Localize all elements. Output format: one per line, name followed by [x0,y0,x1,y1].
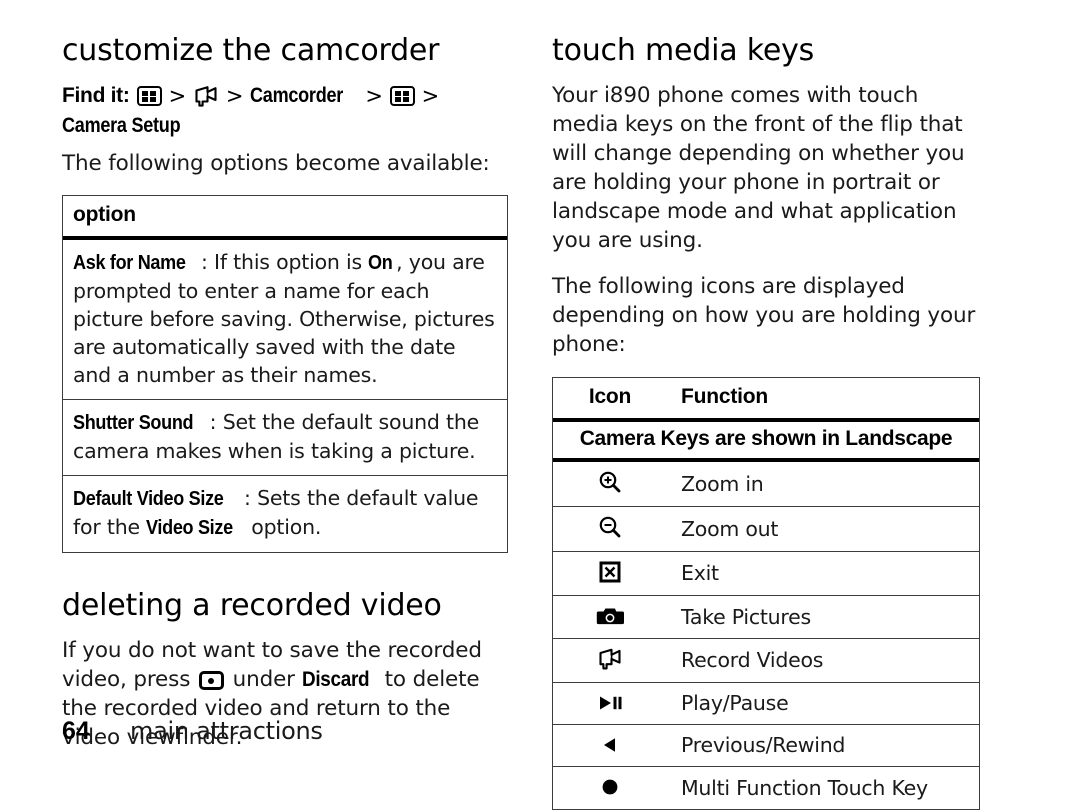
table-row: Shutter Sound: Set the default sound the… [63,399,507,476]
table-header-row: option [63,196,507,240]
page-title-touch-media-keys: touch media keys [552,33,815,68]
multi-function-dot-icon [599,773,621,801]
menu-grid-icon [136,86,162,106]
previous-rewind-icon [599,731,621,759]
function-take-pictures: Take Pictures [667,595,979,639]
find-it-step-camcorder: Camcorder [250,84,344,107]
zoom-out-icon [597,513,623,541]
play-pause-icon [595,689,625,717]
menu-grid-icon-2 [389,86,415,106]
term-shutter-sound: Shutter Sound [73,411,194,434]
path-separator-2: > [225,84,244,108]
table-row: Record Videos [553,638,979,683]
touch-media-paragraph-1: Your i890 phone comes with touch media k… [552,83,965,253]
left-column: customize the camcorder Find it: > > Cam… [62,34,508,769]
table-row: Zoom in [553,459,979,507]
options-intro-text: The following options become available: [62,151,490,176]
manual-page: customize the camcorder Find it: > > Cam… [0,0,1080,810]
page-number: 64 [62,717,90,745]
path-separator-4: > [421,84,440,108]
text-ask-a: If this option is [207,250,369,274]
icon-cell [553,595,667,639]
page-title-customize-camcorder: customize the camcorder [62,33,440,68]
table-banner-row: Camera Keys are shown in Landscape [553,418,979,462]
function-record-videos: Record Videos [667,638,979,683]
column-header-function: Function [667,378,979,422]
term-video-size: Video Size [146,516,234,539]
touch-media-paragraph-2: The following icons are displayed depend… [552,274,976,357]
options-table-header: option [63,196,507,240]
camera-icon [596,602,624,630]
function-play-pause: Play/Pause [667,682,979,725]
icon-cell [553,551,667,596]
table-row: Exit [553,551,979,596]
page-title-deleting-recorded-video: deleting a recorded video [62,588,442,623]
path-separator-1: > [168,84,187,108]
option-shutter-sound: Shutter Sound: Set the default sound the… [63,399,507,476]
icon-cell [553,766,667,809]
term-on: On [368,251,393,274]
page-footer: 64 main attractions [62,717,323,746]
options-table: option Ask for Name: If this option is O… [62,195,508,553]
text-dvs-b: option. [244,515,322,539]
table-row: Take Pictures [553,595,979,639]
term-ask-for-name: Ask for Name [73,251,186,274]
function-exit: Exit [667,551,979,596]
camcorder-icon [193,84,219,108]
right-column: touch media keys Your i890 phone comes w… [552,34,980,810]
icon-cell [553,638,667,683]
option-ask-for-name: Ask for Name: If this option is On, you … [63,237,507,400]
colon-3: : [244,486,251,510]
icon-cell [553,459,667,507]
table-row: Zoom out [553,506,979,552]
function-zoom-in: Zoom in [667,459,979,507]
path-separator-3: > [365,84,383,108]
table-row: Multi Function Touch Key [553,766,979,809]
table-row: Play/Pause [553,682,979,725]
column-header-icon: Icon [553,378,667,422]
option-default-video-size: Default Video Size: Sets the default val… [63,475,507,552]
icon-cell [553,724,667,767]
term-default-video-size: Default Video Size [73,487,224,510]
chapter-name: main attractions [130,717,323,745]
table-row: Ask for Name: If this option is On, you … [63,237,507,400]
function-zoom-out: Zoom out [667,506,979,552]
find-it-step-camera-setup: Camera Setup [62,114,181,137]
camcorder-icon [597,645,623,673]
icon-cell [553,506,667,552]
table-header-row: Icon Function [553,378,979,422]
exit-box-x-icon [598,558,622,586]
center-select-key-icon [198,671,224,690]
colon-1: : [200,250,208,274]
zoom-in-icon [597,468,623,496]
function-multi-function-touch-key: Multi Function Touch Key [667,766,979,809]
find-it-label: Find it: [62,84,130,107]
table-row: Previous/Rewind [553,724,979,767]
icon-function-table: Icon Function Camera Keys are shown in L… [552,377,980,810]
table-row: Default Video Size: Sets the default val… [63,475,507,552]
icon-cell [553,682,667,725]
delete-text-b: under [225,667,302,692]
find-it-path: Find it: > > Camcorder > > Camera Setup [62,81,508,141]
term-discard: Discard [301,667,370,691]
function-previous-rewind: Previous/Rewind [667,724,979,767]
banner-camera-keys-landscape: Camera Keys are shown in Landscape [553,418,979,462]
